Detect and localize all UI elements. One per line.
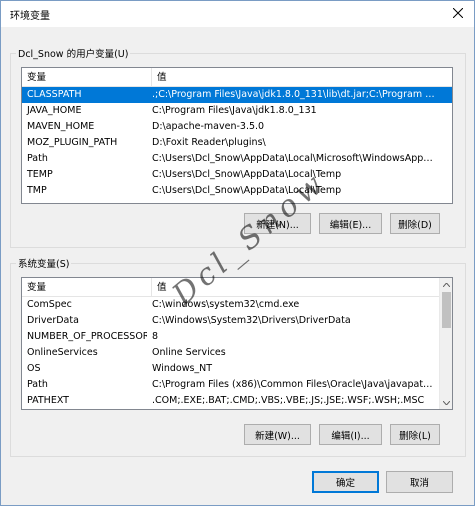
variable-value-cell: D:\apache-maven-3.5.0 [152,121,265,132]
user-variables-label: Dcl_Snow 的用户变量(U) [16,46,131,60]
user-list-header: 变量 值 [22,68,452,87]
variable-value-cell: .;C:\Program Files\Java\jdk1.8.0_131\lib… [152,89,437,100]
variable-value-cell: Online Services [152,347,226,358]
close-icon [453,8,463,18]
environment-variables-dialog: 环境变量 Dcl_Snow 的用户变量(U) 变量 值 CLASSPATH .;C… [0,0,475,506]
variable-value-cell: C:\Users\Dcl_Snow\AppData\Local\Temp [152,169,342,180]
user-new-button[interactable]: 新建(N)... [244,213,311,234]
system-delete-button[interactable]: 删除(L) [390,424,440,445]
system-list-header: 变量 值 [22,278,439,297]
system-edit-button[interactable]: 编辑(I)... [319,424,382,445]
variable-name-cell: JAVA_HOME [27,105,82,116]
column-header-value[interactable]: 值 [152,278,441,297]
variable-value-cell: D:\Foxit Reader\plugins\ [152,137,266,148]
column-header-variable[interactable]: 变量 [22,278,152,297]
variable-name-cell: MOZ_PLUGIN_PATH [27,137,118,148]
table-row[interactable]: TMP C:\Users\Dcl_Snow\AppData\Local\Temp [22,183,452,199]
table-row[interactable]: OS Windows_NT [22,361,441,377]
system-variables-label: 系统变量(S) [16,256,72,270]
variable-name-cell: PATHEXT [27,395,69,406]
variable-name-cell: NUMBER_OF_PROCESSORS [27,331,147,342]
variable-value-cell: C:\Users\Dcl_Snow\AppData\Local\Temp [152,185,342,196]
column-header-variable[interactable]: 变量 [22,68,152,87]
table-row[interactable]: PATHEXT .COM;.EXE;.BAT;.CMD;.VBS;.VBE;.JS… [22,393,441,409]
variable-value-cell: C:\Users\Dcl_Snow\AppData\Local\Microsof… [152,153,437,164]
variable-name-cell: TMP [27,185,47,196]
chevron-down-icon [443,400,450,405]
scroll-down-button[interactable] [440,396,452,409]
scroll-up-button[interactable] [440,278,452,291]
close-button[interactable] [446,3,470,23]
variable-name-cell: OS [27,363,41,374]
table-row[interactable]: MOZ_PLUGIN_PATH D:\Foxit Reader\plugins\ [22,135,452,151]
column-header-value[interactable]: 值 [152,68,452,87]
variable-name-cell: DriverData [27,315,79,326]
table-row[interactable]: OnlineServices Online Services [22,345,441,361]
variable-value-cell: 8 [152,331,159,342]
variable-value-cell: C:\Program Files (x86)\Common Files\Orac… [152,379,437,390]
variable-value-cell: C:\Windows\System32\Drivers\DriverData [152,315,351,326]
system-variables-list[interactable]: 变量 值 ComSpec C:\windows\system32\cmd.exe D… [21,277,453,410]
variable-value-cell: Windows_NT [152,363,213,374]
table-row[interactable]: Path C:\Users\Dcl_Snow\AppData\Local\Micr… [22,151,452,167]
user-delete-button[interactable]: 删除(D) [390,213,440,234]
system-list-scrollbar[interactable] [439,278,452,409]
table-row[interactable]: MAVEN_HOME D:\apache-maven-3.5.0 [22,119,452,135]
chevron-up-icon [443,282,450,287]
variable-value-cell: .COM;.EXE;.BAT;.CMD;.VBS;.VBE;.JS;.JSE;.… [152,395,425,406]
title-bar[interactable]: 环境变量 [1,1,474,27]
table-row[interactable]: ComSpec C:\windows\system32\cmd.exe [22,297,441,313]
variable-value-cell: C:\windows\system32\cmd.exe [152,299,300,310]
variable-name-cell: MAVEN_HOME [27,121,95,132]
table-row[interactable]: JAVA_HOME C:\Program Files\Java\jdk1.8.0_… [22,103,452,119]
variable-name-cell: ComSpec [27,299,72,310]
variable-name-cell: OnlineServices [27,347,98,358]
ok-button[interactable]: 确定 [312,471,379,493]
variable-name-cell: CLASSPATH [27,89,82,100]
variable-name-cell: TEMP [27,169,53,180]
variable-name-cell: Path [27,379,48,390]
user-variables-list[interactable]: 变量 值 CLASSPATH .;C:\Program Files\Java\jd… [21,67,453,204]
table-row[interactable]: Path C:\Program Files (x86)\Common Files\… [22,377,441,393]
variable-name-cell: Path [27,153,48,164]
variable-value-cell: C:\Program Files\Java\jdk1.8.0_131 [152,105,317,116]
scroll-thumb[interactable] [442,292,451,328]
cancel-button[interactable]: 取消 [386,471,453,493]
system-new-button[interactable]: 新建(W)... [244,424,311,445]
table-row[interactable]: CLASSPATH .;C:\Program Files\Java\jdk1.8.… [22,87,452,103]
table-row[interactable]: NUMBER_OF_PROCESSORS 8 [22,329,441,345]
window-title: 环境变量 [10,11,50,22]
table-row[interactable]: TEMP C:\Users\Dcl_Snow\AppData\Local\Temp [22,167,452,183]
table-row[interactable]: DriverData C:\Windows\System32\Drivers\Dr… [22,313,441,329]
user-edit-button[interactable]: 编辑(E)... [319,213,382,234]
